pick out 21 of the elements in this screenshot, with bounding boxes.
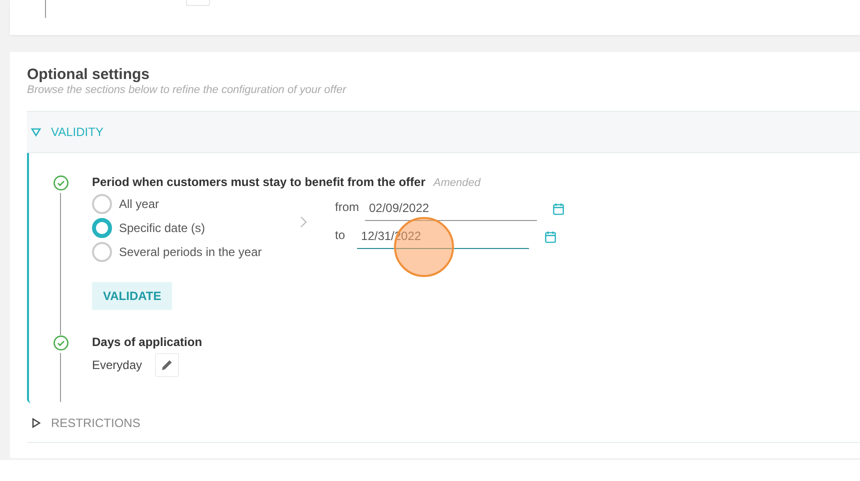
triangle-right-icon: [31, 418, 41, 428]
step-title: Period when customers must stay to benefit from the offer: [92, 175, 426, 189]
radio-option[interactable]: Specific date (s): [92, 218, 292, 238]
date-label: to: [335, 228, 346, 244]
section-subtitle: Browse the sections below to refine the configuration of your offer: [27, 84, 348, 96]
section-title: Optional settings: [27, 66, 151, 83]
step-title: Days of application: [92, 335, 202, 349]
triangle-down-icon: [31, 127, 41, 137]
edit-button[interactable]: [155, 353, 180, 377]
status-label: Amended: [433, 177, 480, 189]
calendar-icon[interactable]: [545, 231, 556, 243]
check-circle-icon: [52, 335, 68, 351]
calendar-icon[interactable]: [553, 203, 564, 215]
date-label: from: [335, 200, 359, 216]
check-circle-icon: [52, 175, 68, 191]
radio-option[interactable]: Several periods in the year: [92, 242, 292, 262]
step-value: Everyday: [92, 358, 142, 372]
pencil-icon: [161, 359, 174, 371]
radio-option[interactable]: All year: [92, 194, 292, 214]
chevron-right-icon: [300, 216, 307, 228]
date-field[interactable]: 02/09/2022: [365, 197, 537, 221]
